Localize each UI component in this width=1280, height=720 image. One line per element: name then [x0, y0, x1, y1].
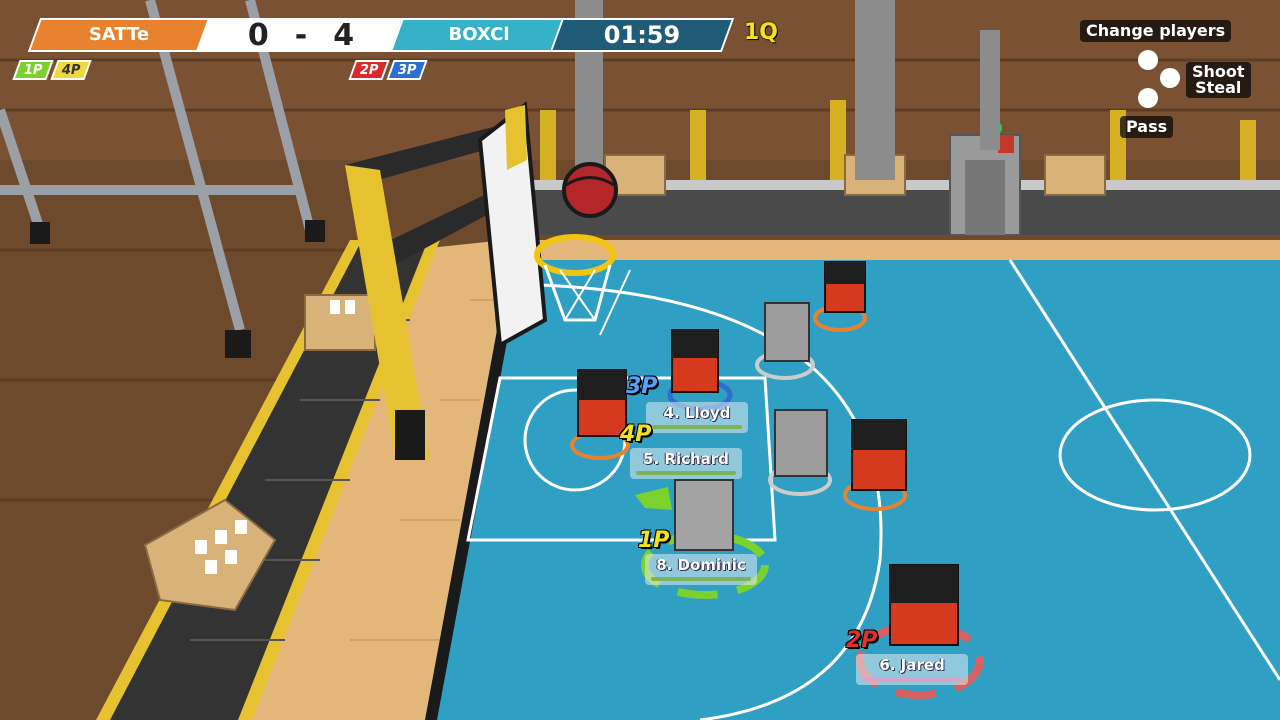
- player-label-lloyd: 4. Lloyd: [646, 402, 748, 433]
- player-stamina-bar: [636, 471, 736, 475]
- player-label-richard: 5. Richard: [630, 448, 742, 479]
- player-stamina-bar: [652, 425, 742, 429]
- player-marker-2p: 2P: [846, 628, 878, 653]
- player-name: 8. Dominic: [656, 556, 746, 574]
- player-stamina-bar: [651, 577, 751, 581]
- player-name: 6. Jared: [879, 656, 945, 674]
- game-scene: [0, 0, 1280, 720]
- player-marker-3p: 3P: [626, 374, 658, 399]
- player-label-dominic: 8. Dominic: [645, 554, 757, 585]
- player-stamina-bar: [862, 677, 962, 681]
- player-name: 5. Richard: [643, 450, 729, 468]
- player-label-jared: 6. Jared: [856, 654, 968, 685]
- player-marker-4p: 4P: [620, 422, 652, 447]
- player-marker-1p: 1P: [638, 528, 670, 553]
- player-name: 4. Lloyd: [663, 404, 731, 422]
